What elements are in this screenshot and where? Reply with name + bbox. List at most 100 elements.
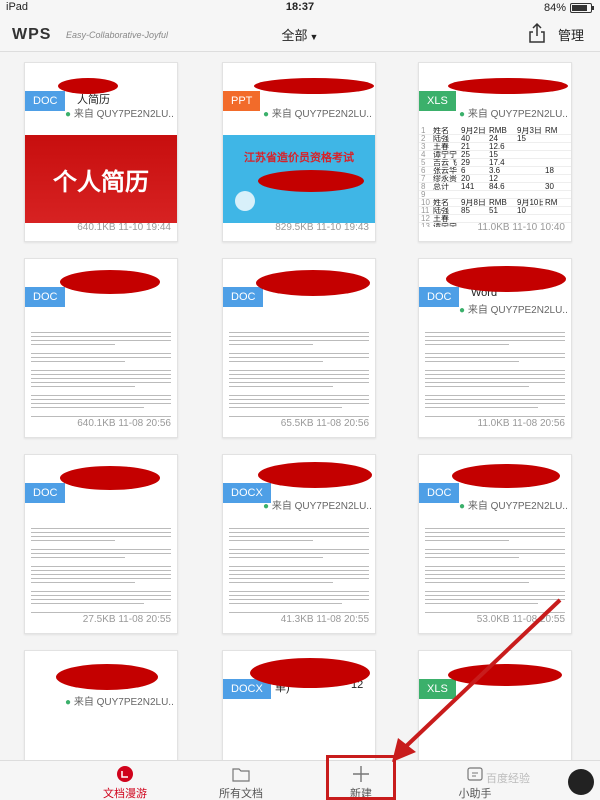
play-icon: [235, 191, 255, 211]
document-source: ● 来自 QUY7PE2N2LU...: [263, 497, 371, 512]
sheet-cell: 12: [489, 175, 498, 182]
sheet-cell: [543, 151, 571, 158]
thumbnail-text: 个人简历: [53, 168, 149, 196]
share-icon[interactable]: [528, 22, 546, 44]
sheet-cell: 85: [461, 207, 470, 214]
sheet-cell: 29: [461, 159, 470, 166]
sheet-cell: RM: [545, 199, 558, 206]
sheet-row: 2 陆强 40 24 15: [419, 135, 571, 143]
sheet-row: 6 张云华 6 3.6 18: [419, 167, 571, 175]
location-pin-icon: ●: [459, 501, 466, 512]
sheet-cell: [459, 191, 487, 198]
sheet-cell: 陆强: [433, 207, 449, 214]
redaction-mark: [254, 78, 374, 94]
sheet-row: 5 吉云飞 29 17.4: [419, 159, 571, 167]
sheet-cell: 84.6: [489, 183, 505, 190]
redaction-mark: [56, 664, 158, 690]
document-thumbnail: [223, 325, 375, 417]
document-thumbnail: [419, 521, 571, 613]
location-pin-icon: ●: [459, 305, 466, 316]
sheet-cell: 18: [545, 167, 554, 174]
sheet-cell: 6: [461, 167, 466, 174]
redaction-mark: [256, 270, 370, 296]
thumbnail-title: 江苏省造价员资格考试: [244, 152, 354, 164]
sheet-cell: 15: [489, 151, 498, 158]
sheet-cell: 20: [461, 175, 470, 182]
sheet-cell: [515, 215, 543, 222]
folder-icon: [232, 768, 250, 782]
file-type-badge: DOC: [419, 287, 460, 307]
location-pin-icon: ●: [459, 109, 466, 120]
file-type-badge: DOC: [419, 483, 460, 503]
sheet-cell: 总计: [433, 183, 449, 190]
sheet-row: 9: [419, 191, 571, 199]
sheet-cell: [515, 151, 543, 158]
sheet-cell: 17.4: [489, 159, 505, 166]
document-source: ● 来自 QUY7PE2N2LU...: [459, 497, 567, 512]
file-type-badge: DOC: [223, 287, 264, 307]
file-type-badge: DOC: [25, 91, 66, 111]
sheet-cell: [515, 167, 543, 174]
redaction-mark: [258, 462, 372, 488]
sheet-cell: [431, 191, 459, 198]
redaction-mark: [446, 266, 566, 292]
sheet-cell: 9月8日: [461, 199, 486, 206]
file-size-date: 829.5KB 11-10 19:43: [275, 222, 369, 233]
sheet-cell: 王春: [433, 215, 449, 222]
sheet-cell: [543, 135, 571, 142]
location-pin-icon: ●: [65, 109, 72, 120]
document-thumbnail: [419, 325, 571, 417]
sheet-cell: [543, 207, 571, 214]
sheet-cell: 谭宁宁: [433, 151, 457, 158]
source-text: 来自 QUY7PE2N2LU...: [271, 501, 371, 512]
document-source: ● 来自 QUY7PE2N2LU...: [459, 105, 567, 120]
sheet-cell: [543, 143, 571, 150]
sheet-cell: [543, 215, 571, 222]
sheet-cell: 3.6: [489, 167, 501, 174]
file-size-date: 11.0KB 11-08 20:56: [477, 418, 565, 429]
file-size-date: 640.1KB 11-10 19:44: [77, 222, 171, 233]
filter-dropdown[interactable]: 全部 ▼: [0, 25, 600, 44]
sheet-cell: 141: [461, 183, 475, 190]
sheet-cell: RM: [545, 127, 558, 134]
location-pin-icon: ●: [263, 109, 270, 120]
sheet-row: 3 王春 21 12.6: [419, 143, 571, 151]
redaction-mark: [60, 270, 160, 294]
sheet-cell: [543, 175, 571, 182]
sheet-cell: 王春: [433, 143, 449, 150]
sheet-cell: 4: [421, 151, 426, 158]
tab-all-documents[interactable]: 所有文档: [196, 765, 286, 800]
avatar[interactable]: [568, 769, 594, 795]
file-size-date: 41.3KB 11-08 20:55: [280, 614, 369, 625]
sheet-cell: [515, 143, 543, 150]
sheet-cell: [515, 159, 543, 166]
document-source: ● 来自 QUY7PE2N2LU...: [263, 105, 371, 120]
redaction-mark: [60, 466, 160, 490]
sheet-cell: 姓名: [433, 199, 449, 206]
sheet-cell: 3: [421, 143, 426, 150]
sheet-cell: 9月10日: [517, 199, 543, 206]
sheet-cell: 9: [421, 191, 426, 198]
document-source: ● 来自 QUY7PE2N2LU...: [459, 301, 567, 316]
document-thumbnail: [25, 521, 177, 613]
assistant-icon: [467, 767, 483, 781]
watermark-text: 百度经验: [486, 773, 530, 785]
sheet-cell: 12: [421, 215, 430, 222]
manage-button[interactable]: 管理: [558, 25, 584, 44]
sheet-cell: [515, 183, 543, 190]
sheet-cell: 谭宁宁: [431, 223, 459, 227]
file-type-badge: XLS: [419, 679, 456, 699]
sheet-cell: 30: [545, 183, 554, 190]
sheet-cell: 21: [461, 143, 470, 150]
sheet-row: 1 姓名 9月2日 RMB 9月3日 RM: [419, 127, 571, 135]
cloud-doc-icon: [117, 766, 133, 782]
redaction-mark: [448, 78, 568, 94]
tab-doc-roaming[interactable]: 文档漫游: [80, 765, 170, 800]
sheet-cell: [487, 191, 515, 198]
document-grid: DOC 人简历 ● 来自 QUY7PE2N2LU... 个人简历 640.1KB 11-…: [0, 52, 600, 760]
source-text: 来自 QUY7PE2N2LU...: [271, 109, 371, 120]
location-pin-icon: ●: [263, 501, 270, 512]
redaction-mark: [448, 664, 562, 686]
sheet-cell: 6: [421, 167, 426, 174]
sheet-row: 7 缪永贵 20 12: [419, 175, 571, 183]
